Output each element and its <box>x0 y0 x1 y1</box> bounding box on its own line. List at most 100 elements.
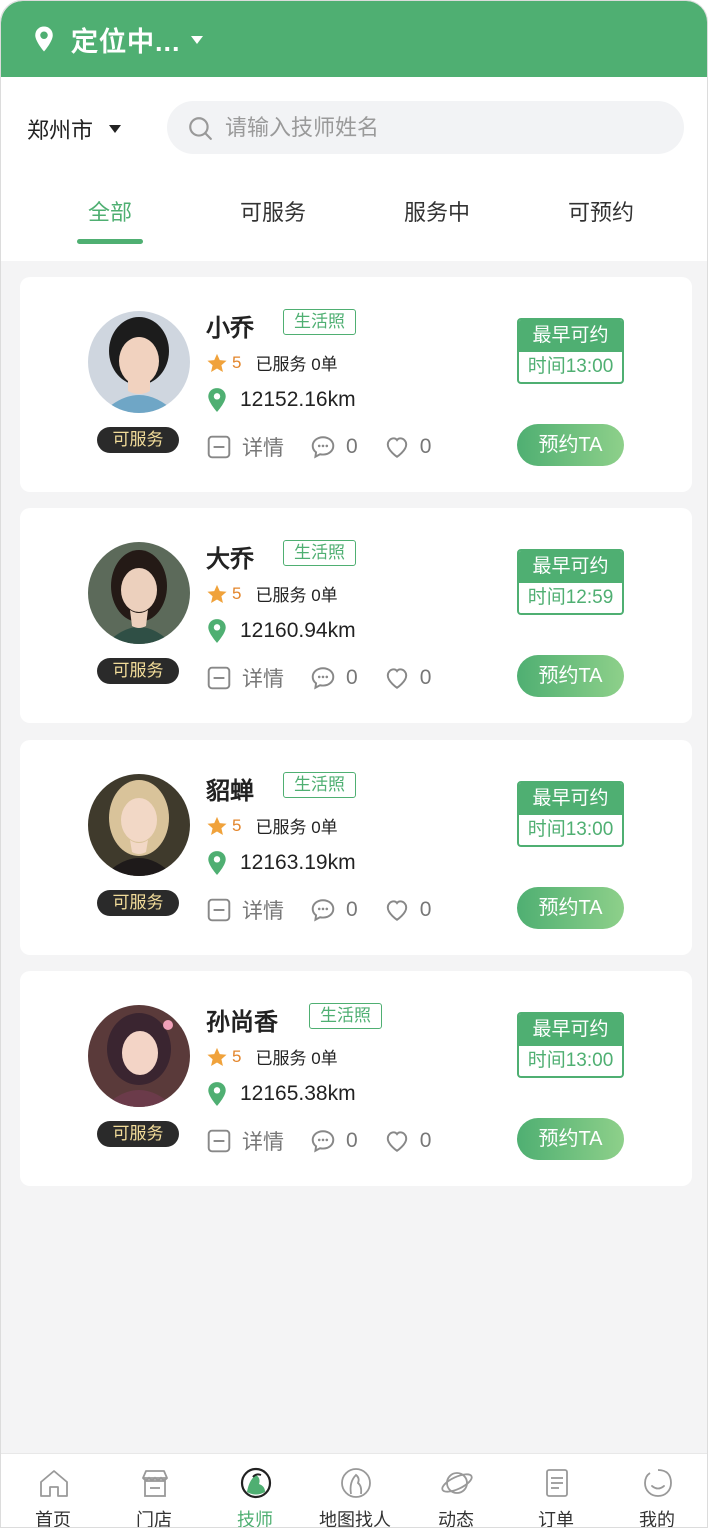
detail-icon <box>207 898 231 922</box>
search-row: 郑州市 <box>1 77 707 181</box>
earliest-time: 时间12:59 <box>527 587 614 608</box>
heart-icon <box>386 1131 407 1152</box>
served-count: 已服务 0单 <box>255 355 338 374</box>
comment-button[interactable]: 0 <box>310 897 358 923</box>
earliest-time: 时间13:00 <box>527 819 614 840</box>
technician-name: 孙尚香 <box>206 1009 278 1036</box>
rating-row: 5 已服务 0单 <box>206 1044 338 1069</box>
rating-score: 5 <box>232 815 242 835</box>
avatar[interactable] <box>88 774 190 876</box>
detail-icon <box>207 666 231 690</box>
technician-search-input[interactable] <box>225 114 645 141</box>
city-label: 郑州市 <box>27 118 94 143</box>
nav-label: 我的 <box>639 1510 675 1528</box>
life-photo-tag[interactable]: 生活照 <box>283 540 356 566</box>
nav-home[interactable]: 首页 <box>3 1454 103 1528</box>
location-header[interactable]: 定位中... <box>1 1 707 77</box>
active-tab-indicator <box>77 239 143 244</box>
avatar-photo <box>88 542 190 644</box>
like-button[interactable]: 0 <box>384 1128 431 1154</box>
filter-tabs: 全部 可服务 服务中 可预约 <box>1 181 707 261</box>
earliest-label: 最早可约 <box>519 320 622 352</box>
earliest-label: 最早可约 <box>519 551 622 583</box>
detail-label: 详情 <box>242 668 284 691</box>
rating-score: 5 <box>232 352 242 372</box>
book-button[interactable]: 预约TA <box>517 1118 624 1160</box>
nav-moments[interactable]: 动态 <box>406 1454 506 1528</box>
comment-button[interactable]: 0 <box>310 1128 358 1154</box>
detail-link[interactable]: 详情 <box>206 663 284 693</box>
action-row: 详情 0 0 <box>206 895 431 925</box>
like-button[interactable]: 0 <box>384 665 432 691</box>
nav-profile[interactable]: 我的 <box>607 1454 707 1528</box>
technician-icon <box>240 1467 272 1499</box>
nav-label: 门店 <box>136 1510 172 1528</box>
action-row: 详情 0 0 <box>206 432 431 462</box>
distance-value: 12163.19km <box>240 851 356 874</box>
star-icon <box>207 1047 227 1066</box>
nav-technician[interactable]: 技师 <box>205 1454 305 1528</box>
nav-orders[interactable]: 订单 <box>506 1454 606 1527</box>
like-count: 0 <box>419 666 432 689</box>
location-status-text: 定位中... <box>71 26 181 57</box>
served-count: 已服务 0单 <box>255 586 338 605</box>
detail-label: 详情 <box>242 437 284 460</box>
technician-card[interactable]: 可服务 小乔 生活照 5 已服务 0单 12152.16km 详情 0 0 最早… <box>20 277 692 492</box>
earliest-label: 最早可约 <box>519 1014 622 1046</box>
nav-store[interactable]: 门店 <box>104 1454 204 1528</box>
nav-label: 地图找人 <box>319 1510 391 1528</box>
tab-all[interactable]: 全部 <box>50 195 170 227</box>
comment-icon <box>311 667 335 690</box>
detail-label: 详情 <box>242 1131 284 1154</box>
life-photo-tag[interactable]: 生活照 <box>309 1003 382 1029</box>
distance-row: 12165.38km <box>206 1081 356 1107</box>
comment-button[interactable]: 0 <box>310 665 358 691</box>
profile-icon <box>644 1469 672 1497</box>
distance-row: 12152.16km <box>206 387 356 413</box>
distance-value: 12165.38km <box>240 1082 356 1105</box>
detail-link[interactable]: 详情 <box>206 895 284 925</box>
comment-button[interactable]: 0 <box>310 434 358 460</box>
detail-label: 详情 <box>242 900 284 923</box>
nav-label: 动态 <box>438 1510 474 1528</box>
like-button[interactable]: 0 <box>384 434 431 460</box>
life-photo-tag[interactable]: 生活照 <box>283 309 356 335</box>
distance-row: 12160.94km <box>206 618 356 644</box>
book-button[interactable]: 预约TA <box>517 655 624 697</box>
star-icon <box>207 816 227 835</box>
avatar-photo <box>88 311 190 413</box>
nav-map-find[interactable]: 地图找人 <box>305 1454 405 1528</box>
technician-card[interactable]: 可服务 大乔 生活照 5 已服务 0单 12160.94km 详情 0 0 最早… <box>20 508 692 723</box>
technician-name: 大乔 <box>206 546 254 573</box>
avatar[interactable] <box>88 1005 190 1107</box>
life-photo-tag[interactable]: 生活照 <box>283 772 356 798</box>
avatar[interactable] <box>88 311 190 413</box>
map-person-icon <box>341 1468 371 1498</box>
store-icon <box>142 1470 168 1497</box>
rating-row: 5 已服务 0单 <box>206 813 338 838</box>
rating-score: 5 <box>232 1046 242 1066</box>
tab-in-service[interactable]: 服务中 <box>377 195 497 227</box>
book-button[interactable]: 预约TA <box>517 887 624 929</box>
avatar[interactable] <box>88 542 190 644</box>
city-selector[interactable]: 郑州市 <box>27 113 122 145</box>
nav-label: 首页 <box>35 1510 71 1528</box>
distance-value: 12152.16km <box>240 388 356 411</box>
tab-available[interactable]: 可服务 <box>213 195 333 227</box>
earliest-available-box: 最早可约 时间12:59 <box>517 549 624 615</box>
search-box[interactable] <box>167 101 684 154</box>
technician-name: 小乔 <box>206 315 254 342</box>
detail-link[interactable]: 详情 <box>206 1126 284 1156</box>
technician-card[interactable]: 可服务 貂蝉 生活照 5 已服务 0单 12163.19km 详情 0 0 最早… <box>20 740 692 955</box>
comment-count: 0 <box>346 898 358 921</box>
like-button[interactable]: 0 <box>384 897 431 923</box>
location-pin-icon <box>208 388 226 412</box>
book-button[interactable]: 预约TA <box>517 424 624 466</box>
comment-icon <box>311 1130 335 1153</box>
status-badge: 可服务 <box>97 1121 179 1147</box>
detail-icon <box>207 435 231 459</box>
nav-label: 技师 <box>237 1510 273 1528</box>
technician-card[interactable]: 可服务 孙尚香 生活照 5 已服务 0单 12165.38km 详情 0 0 最… <box>20 971 692 1186</box>
detail-link[interactable]: 详情 <box>206 432 284 462</box>
tab-bookable[interactable]: 可预约 <box>541 195 661 227</box>
